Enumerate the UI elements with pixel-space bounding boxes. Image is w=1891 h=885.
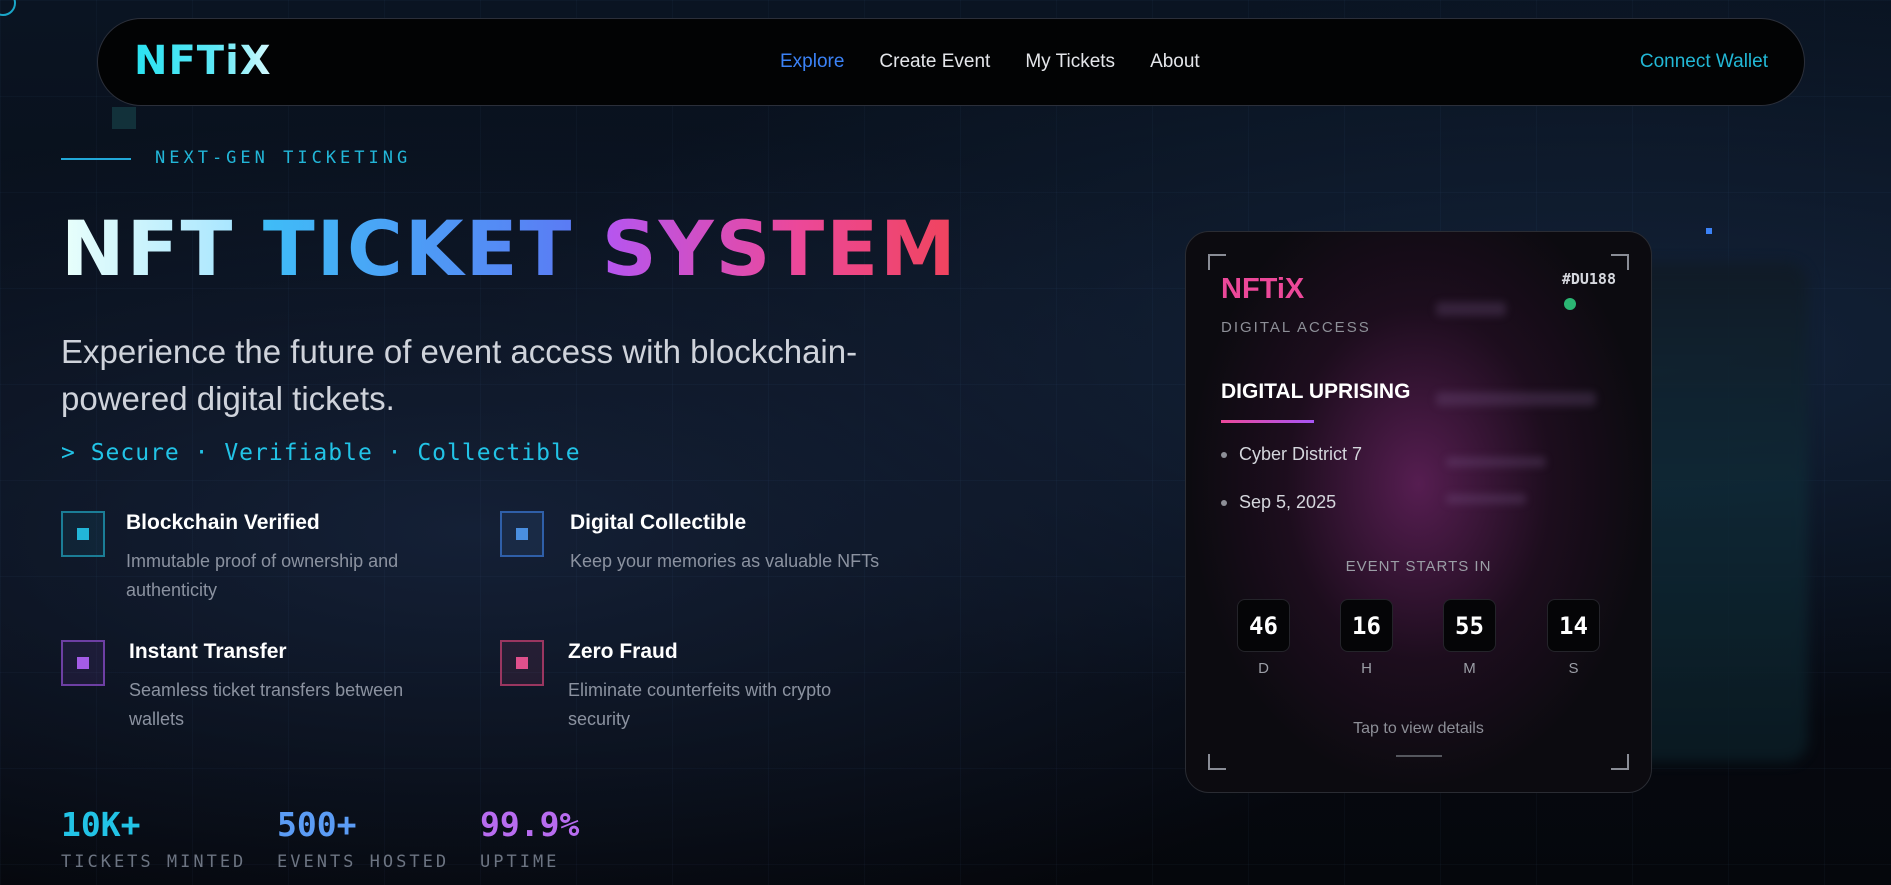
feature-desc: Keep your memories as valuable NFTs	[570, 551, 880, 571]
ticket-logo: NFTiX	[1221, 273, 1305, 305]
stat-label: EVENTS HOSTED	[277, 852, 450, 872]
countdown-unit: H	[1361, 660, 1372, 677]
nav-link-create-event[interactable]: Create Event	[879, 51, 990, 73]
hero-title-system: SYSTEM	[601, 204, 958, 293]
corner-bracket	[1611, 254, 1629, 270]
countdown-unit: S	[1568, 660, 1579, 677]
ghost-text	[1436, 392, 1596, 406]
bullet-icon	[1221, 500, 1227, 507]
nav-logo[interactable]: NFTiX	[134, 38, 272, 84]
hero-title-ticket: TICKET	[262, 204, 574, 293]
corner-bracket	[1208, 754, 1226, 770]
countdown-unit: M	[1463, 660, 1476, 677]
eyebrow-text: NEXT-GEN TICKETING	[155, 148, 412, 168]
countdown-hours: 16	[1340, 599, 1393, 652]
blockchain-icon	[61, 511, 105, 557]
stat-tickets-minted: 10K+ TICKETS MINTED	[61, 805, 246, 872]
tap-hint: Tap to view details	[1353, 720, 1484, 737]
nav-link-explore[interactable]: Explore	[780, 51, 844, 73]
corner-bracket	[1208, 254, 1226, 270]
top-navigation: NFTiX Explore Create Event My Tickets Ab…	[97, 18, 1805, 106]
ticket-location: Cyber District 7	[1221, 444, 1362, 465]
status-dot-icon	[1564, 298, 1576, 310]
ticket-subtitle: DIGITAL ACCESS	[1221, 319, 1371, 336]
countdown-minutes: 55	[1443, 599, 1496, 652]
feature-title: Zero Fraud	[568, 640, 678, 663]
countdown-seconds: 14	[1547, 599, 1600, 652]
eyebrow-line	[61, 158, 131, 160]
corner-bracket	[1611, 754, 1629, 770]
countdown-days: 46	[1237, 599, 1290, 652]
stat-label: UPTIME	[480, 852, 560, 872]
event-underline	[1221, 420, 1314, 423]
stat-value: 500+	[277, 805, 357, 844]
stat-label: TICKETS MINTED	[61, 852, 247, 872]
ticket-location-text: Cyber District 7	[1239, 444, 1363, 464]
stat-uptime: 99.9% UPTIME	[480, 805, 579, 872]
decorative-square	[112, 107, 136, 129]
transfer-icon	[61, 640, 105, 686]
hero-subtitle: Experience the future of event access wi…	[61, 333, 858, 417]
nav-link-my-tickets[interactable]: My Tickets	[1025, 51, 1115, 73]
countdown-label: EVENT STARTS IN	[1345, 558, 1492, 575]
ghost-text	[1446, 457, 1546, 467]
tap-handle	[1396, 755, 1442, 757]
stat-events-hosted: 500+ EVENTS HOSTED	[277, 805, 449, 872]
fraud-icon	[500, 640, 544, 686]
feature-desc: Immutable proof of ownership and authent…	[126, 551, 399, 600]
stat-value: 99.9%	[480, 805, 580, 844]
bullet-icon	[1221, 452, 1227, 459]
feature-title: Instant Transfer	[129, 640, 287, 663]
stat-value: 10K+	[61, 805, 141, 844]
feature-title: Digital Collectible	[570, 511, 747, 534]
hero-title: NFT TICKET SYSTEM	[61, 204, 958, 293]
nft-ticket-card[interactable]: NFTiX DIGITAL ACCESS #DU188 DIGITAL UPRI…	[1185, 231, 1652, 793]
nav-links: Explore Create Event My Tickets About	[780, 51, 1200, 73]
feature-title: Blockchain Verified	[126, 511, 320, 534]
collectible-icon	[500, 511, 544, 557]
ticket-event-name: DIGITAL UPRISING	[1221, 380, 1411, 403]
hero-tagline: > Secure · Verifiable · Collectible	[61, 440, 581, 466]
ghost-text	[1436, 302, 1506, 316]
feature-desc: Eliminate counterfeits with crypto secur…	[568, 680, 832, 729]
nav-link-about[interactable]: About	[1150, 51, 1200, 73]
hero-title-nft: NFT	[61, 204, 235, 293]
ticket-date: Sep 5, 2025	[1221, 492, 1336, 513]
corner-ring-icon	[0, 0, 16, 16]
ghost-text	[1446, 494, 1526, 504]
countdown-unit: D	[1258, 660, 1269, 677]
ticket-id: #DU188	[1561, 270, 1616, 288]
connect-wallet-button[interactable]: Connect Wallet	[1640, 51, 1768, 73]
decorative-dot	[1706, 228, 1712, 234]
ticket-date-text: Sep 5, 2025	[1239, 492, 1337, 512]
feature-desc: Seamless ticket transfers between wallet…	[129, 680, 404, 729]
